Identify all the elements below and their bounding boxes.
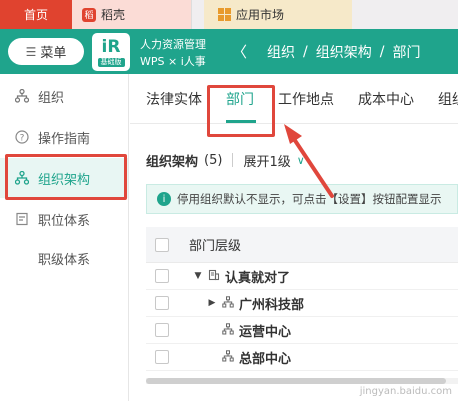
company-icon — [208, 269, 220, 284]
toolbar-divider — [232, 153, 234, 167]
sidebar-item-position-system[interactable]: 职位体系 — [0, 199, 128, 239]
watermark: jingyan.baidu.com — [359, 386, 452, 397]
info-notice: i 停用组织默认不显示，可点击【设置】按钮配置显示 — [146, 184, 458, 214]
app-grid-icon — [218, 8, 231, 21]
expand-level-dropdown[interactable]: 展开1级 — [243, 151, 290, 170]
breadcrumb: 〈 组织 / 组织架构 / 部门 — [232, 29, 420, 74]
browser-tab-home-label: 首页 — [23, 8, 48, 22]
select-all-checkbox[interactable] — [155, 237, 169, 252]
help-circle-icon: ? — [14, 129, 30, 145]
row-checkbox[interactable] — [155, 296, 169, 310]
row-checkbox[interactable] — [155, 323, 169, 337]
row-checkbox[interactable] — [155, 269, 169, 283]
tree-node-label: 运营中心 — [239, 324, 292, 340]
scrollbar-thumb[interactable] — [146, 378, 446, 384]
sidebar-item-rank-system[interactable]: 职级体系 — [0, 238, 128, 278]
main-content: 法律实体 部门 工作地点 成本中心 组织 组织架构 (5) 展开1级 ∨ i 停… — [130, 74, 458, 401]
browser-tab-daoke[interactable]: 稻 稻壳 — [72, 0, 192, 29]
sidebar-item-org[interactable]: 组织 — [0, 76, 128, 116]
app-logo-mark: iR — [101, 36, 121, 57]
tab-org[interactable]: 组织 — [438, 74, 458, 124]
browser-tab-app-market[interactable]: 应用市场 — [204, 0, 352, 29]
structure-toolbar: 组织架构 (5) 展开1级 ∨ — [146, 149, 305, 171]
org-chart-icon — [222, 349, 234, 365]
document-icon — [14, 211, 30, 227]
browser-tab-bar: 首页 稻 稻壳 应用市场 — [0, 0, 458, 29]
sidebar-item-position-system-label: 职位体系 — [38, 213, 91, 229]
app-header: ☰ 菜单 iR 基础版 人力资源管理 WPS × i人事 〈 组织 / 组织架构… — [0, 29, 458, 74]
tab-bar: 法律实体 部门 工作地点 成本中心 组织 — [130, 74, 458, 124]
org-chart-icon — [222, 295, 234, 311]
app-name: 人力资源管理 WPS × i人事 — [140, 36, 206, 70]
tab-org-label: 组织 — [438, 92, 458, 108]
tree-node: ▼ 认真就对了 — [193, 267, 290, 286]
app-name-line2: WPS × i人事 — [140, 55, 206, 68]
tab-legal-entity[interactable]: 法律实体 — [146, 74, 202, 124]
app-logo[interactable]: iR 基础版 — [92, 33, 130, 71]
tree-node-label: 广州科技部 — [239, 297, 305, 313]
info-notice-text: 停用组织默认不显示，可点击【设置】按钮配置显示 — [177, 192, 442, 206]
browser-tab-daoke-label: 稻壳 — [101, 8, 126, 22]
structure-count: (5) — [204, 152, 223, 168]
structure-title: 组织架构 — [146, 154, 199, 170]
sidebar-item-guide-label: 操作指南 — [38, 131, 91, 147]
hamburger-icon: ☰ — [25, 44, 37, 59]
svg-text:?: ? — [20, 134, 25, 144]
tree-node: ▶ 广州科技部 — [207, 294, 304, 313]
highlight-box-tab — [207, 85, 275, 137]
tree-node: 运营中心 — [222, 321, 291, 340]
sidebar-item-org-label: 组织 — [38, 90, 65, 106]
tree-node: 总部中心 — [222, 348, 291, 367]
table-row[interactable]: ▶ 广州科技部 — [146, 290, 458, 317]
browser-tab-app-market-label: 应用市场 — [236, 8, 285, 22]
expand-caret-icon[interactable]: ▶ — [207, 298, 217, 308]
breadcrumb-item-org[interactable]: 组织 — [267, 42, 295, 62]
browser-tab-home[interactable]: 首页 — [0, 0, 72, 29]
highlight-box-sidebar — [5, 154, 127, 200]
daoke-logo-icon: 稻 — [82, 7, 96, 22]
collapse-caret-icon[interactable]: ▼ — [193, 271, 203, 281]
tab-cost-center-label: 成本中心 — [358, 92, 414, 108]
app-logo-edition: 基础版 — [97, 57, 125, 67]
menu-button-label: 菜单 — [40, 46, 67, 61]
chevron-down-icon[interactable]: ∨ — [297, 154, 305, 167]
tab-work-location[interactable]: 工作地点 — [278, 74, 334, 124]
table-header: 部门层级 — [146, 227, 458, 263]
org-tree-icon — [14, 88, 30, 104]
sidebar: 组织 ? 操作指南 组织架构 职位体系 职级体系 — [0, 74, 129, 401]
back-chevron-icon[interactable]: 〈 — [232, 41, 247, 62]
breadcrumb-separator: / — [379, 43, 385, 60]
table-row[interactable]: 运营中心 — [146, 317, 458, 344]
column-header-department-level: 部门层级 — [189, 239, 242, 254]
tab-legal-entity-label: 法律实体 — [146, 92, 202, 108]
info-icon: i — [157, 192, 171, 206]
app-name-line1: 人力资源管理 — [140, 38, 206, 51]
breadcrumb-item-department: 部门 — [392, 44, 421, 61]
org-chart-icon — [222, 322, 234, 338]
table-row[interactable]: 总部中心 — [146, 344, 458, 371]
menu-button[interactable]: ☰ 菜单 — [8, 38, 84, 65]
horizontal-scrollbar[interactable] — [146, 378, 458, 384]
sidebar-item-guide[interactable]: ? 操作指南 — [0, 117, 128, 157]
row-checkbox[interactable] — [155, 350, 169, 364]
breadcrumb-separator: / — [303, 43, 308, 60]
department-table: 部门层级 ▼ 认真就对了 ▶ 广州科技部 运营中心 总部中心 — [146, 227, 458, 371]
tree-node-label: 认真就对了 — [225, 270, 291, 286]
table-row[interactable]: ▼ 认真就对了 — [146, 263, 458, 290]
tab-cost-center[interactable]: 成本中心 — [358, 74, 414, 124]
breadcrumb-item-org-structure[interactable]: 组织架构 — [316, 42, 372, 62]
tree-node-label: 总部中心 — [239, 351, 292, 367]
tab-work-location-label: 工作地点 — [278, 92, 334, 108]
sidebar-item-rank-system-label: 职级体系 — [38, 252, 91, 268]
